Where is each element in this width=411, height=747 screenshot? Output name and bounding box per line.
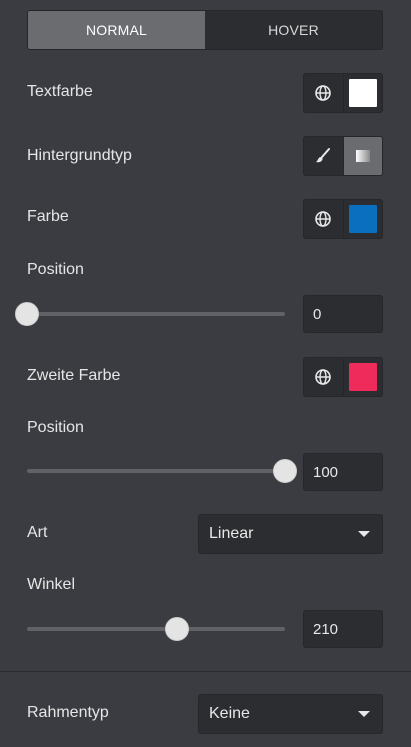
color-swatch <box>348 363 377 391</box>
text-color-control <box>303 73 383 113</box>
type-label: Art <box>27 524 48 541</box>
global-colors-button[interactable] <box>304 74 343 112</box>
background-gradient-button[interactable] <box>342 137 382 175</box>
position-input[interactable]: 0 <box>303 295 383 333</box>
angle-slider[interactable] <box>27 617 285 641</box>
angle-input[interactable]: 210 <box>303 610 383 648</box>
slider-handle[interactable] <box>165 617 190 641</box>
border-type-select[interactable]: Keine <box>198 694 383 734</box>
state-tabs: NORMAL HOVER <box>27 10 383 50</box>
position-label: Position <box>27 261 84 278</box>
border-type-select-value: Keine <box>209 705 250 722</box>
slider-handle[interactable] <box>15 302 39 326</box>
slider-handle[interactable] <box>273 459 297 483</box>
position-slider[interactable] <box>15 302 285 326</box>
global-colors-button[interactable] <box>304 358 343 396</box>
text-color-swatch-button[interactable] <box>342 74 382 112</box>
border-type-label: Rahmentyp <box>27 704 109 721</box>
tab-hover[interactable]: HOVER <box>205 11 382 49</box>
color-swatch-button[interactable] <box>342 200 382 238</box>
globe-icon <box>315 369 332 385</box>
second-position-input[interactable]: 100 <box>303 453 383 491</box>
gradient-icon <box>355 150 370 162</box>
color-label: Farbe <box>27 208 69 225</box>
tab-normal[interactable]: NORMAL <box>28 11 205 49</box>
chevron-down-icon <box>358 711 370 717</box>
global-colors-button[interactable] <box>304 200 343 238</box>
angle-label: Winkel <box>27 576 76 593</box>
background-classic-button[interactable] <box>304 137 343 175</box>
background-type-toggle <box>303 136 383 176</box>
color-swatch <box>348 79 377 107</box>
globe-icon <box>315 85 332 101</box>
globe-icon <box>315 211 332 227</box>
second-position-slider[interactable] <box>27 459 297 483</box>
text-color-label: Textfarbe <box>27 83 93 100</box>
type-select-value: Linear <box>209 525 254 542</box>
second-color-swatch-button[interactable] <box>342 358 382 396</box>
color-control <box>303 199 383 239</box>
second-position-label: Position <box>27 419 84 436</box>
type-select[interactable]: Linear <box>198 514 383 554</box>
second-color-control <box>303 357 383 397</box>
background-type-label: Hintergrundtyp <box>27 147 132 164</box>
second-color-label: Zweite Farbe <box>27 367 121 384</box>
section-divider <box>0 671 411 672</box>
brush-icon <box>316 148 331 163</box>
color-swatch <box>348 205 377 233</box>
chevron-down-icon <box>358 531 370 537</box>
